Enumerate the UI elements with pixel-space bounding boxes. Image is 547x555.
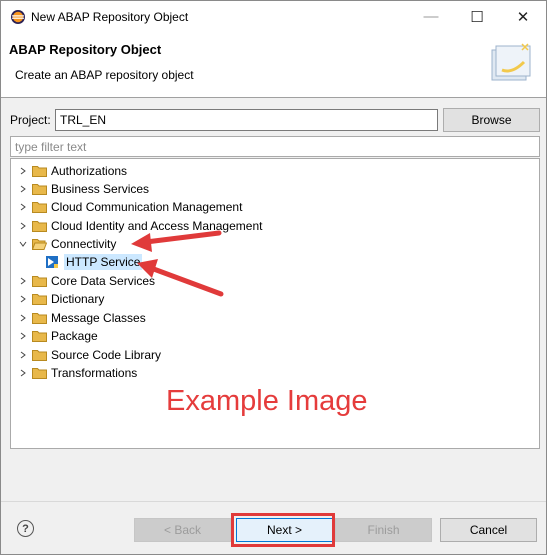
tree-item-core-data-services[interactable]: Core Data Services — [17, 272, 155, 290]
banner-title: ABAP Repository Object — [9, 42, 162, 57]
folder-icon — [32, 202, 47, 213]
help-icon[interactable]: ? — [17, 520, 34, 537]
dialog-window: New ABAP Repository Object — ☐ ✕ ABAP Re… — [0, 0, 547, 555]
folder-icon — [32, 184, 47, 195]
next-button[interactable]: Next > — [236, 518, 333, 542]
folder-icon — [32, 331, 47, 342]
tree-item-label: Core Data Services — [51, 274, 156, 288]
tree-item-label: HTTP Service — [64, 254, 143, 270]
tree-item-label: Package — [51, 329, 98, 343]
tree-item-message-classes[interactable]: Message Classes — [17, 309, 146, 327]
chevron-right-icon[interactable] — [17, 367, 29, 379]
folder-icon — [32, 368, 47, 379]
tree-item-connectivity[interactable]: Connectivity — [17, 235, 116, 253]
tree-item-business-services[interactable]: Business Services — [17, 180, 149, 198]
finish-button[interactable]: Finish — [335, 518, 432, 542]
wizard-banner-icon — [491, 43, 531, 81]
tree-item-transformations[interactable]: Transformations — [17, 364, 137, 382]
wizard-banner: ABAP Repository Object Create an ABAP re… — [1, 32, 546, 98]
folder-icon — [32, 276, 47, 287]
title-bar: New ABAP Repository Object — ☐ ✕ — [1, 1, 546, 32]
tree-item-dictionary[interactable]: Dictionary — [17, 290, 104, 308]
folder-icon — [32, 294, 47, 305]
tree-item-label: Source Code Library — [51, 348, 162, 362]
folder-open-icon — [32, 239, 47, 250]
chevron-right-icon[interactable] — [17, 165, 29, 177]
chevron-right-icon[interactable] — [17, 275, 29, 287]
folder-icon — [32, 221, 47, 232]
chevron-right-icon[interactable] — [17, 349, 29, 361]
chevron-right-icon[interactable] — [17, 201, 29, 213]
minimize-button[interactable]: — — [408, 1, 454, 32]
chevron-right-icon[interactable] — [17, 293, 29, 305]
tree-item-label: Message Classes — [51, 311, 146, 325]
chevron-right-icon[interactable] — [17, 220, 29, 232]
project-input[interactable] — [55, 109, 438, 131]
filter-input[interactable] — [10, 136, 540, 157]
browse-button[interactable]: Browse — [443, 108, 540, 132]
window-title: New ABAP Repository Object — [31, 10, 189, 24]
tree-item-label: Dictionary — [51, 292, 105, 306]
folder-icon — [32, 313, 47, 324]
tree-item-cloud-identity-access-management[interactable]: Cloud Identity and Access Management — [17, 217, 262, 235]
eclipse-app-icon — [11, 10, 25, 24]
close-button[interactable]: ✕ — [500, 1, 546, 32]
tree-item-authorizations[interactable]: Authorizations — [17, 162, 127, 180]
cancel-button[interactable]: Cancel — [440, 518, 537, 542]
folder-icon — [32, 350, 47, 361]
project-label: Project: — [10, 113, 51, 127]
tree-item-source-code-library[interactable]: Source Code Library — [17, 346, 161, 364]
banner-description: Create an ABAP repository object — [15, 68, 194, 82]
tree-item-label: Authorizations — [51, 164, 128, 178]
chevron-down-icon[interactable] — [17, 238, 29, 250]
example-image-watermark: Example Image — [166, 385, 368, 417]
http-service-icon — [46, 256, 58, 268]
tree-item-label: Cloud Communication Management — [51, 200, 243, 214]
back-button[interactable]: < Back — [134, 518, 231, 542]
tree-item-cloud-communication-management[interactable]: Cloud Communication Management — [17, 198, 242, 216]
tree-item-label: Business Services — [51, 182, 150, 196]
chevron-right-icon[interactable] — [17, 183, 29, 195]
chevron-right-icon[interactable] — [17, 330, 29, 342]
folder-icon — [32, 166, 47, 177]
tree-item-package[interactable]: Package — [17, 327, 98, 345]
tree-item-label: Transformations — [51, 366, 138, 380]
tree-item-label: Cloud Identity and Access Management — [51, 219, 263, 233]
footer-separator — [1, 501, 546, 502]
maximize-button[interactable]: ☐ — [454, 1, 500, 32]
tree-item-label: Connectivity — [51, 237, 117, 251]
tree-item-http-service[interactable]: HTTP Service — [45, 253, 143, 271]
chevron-right-icon[interactable] — [17, 312, 29, 324]
